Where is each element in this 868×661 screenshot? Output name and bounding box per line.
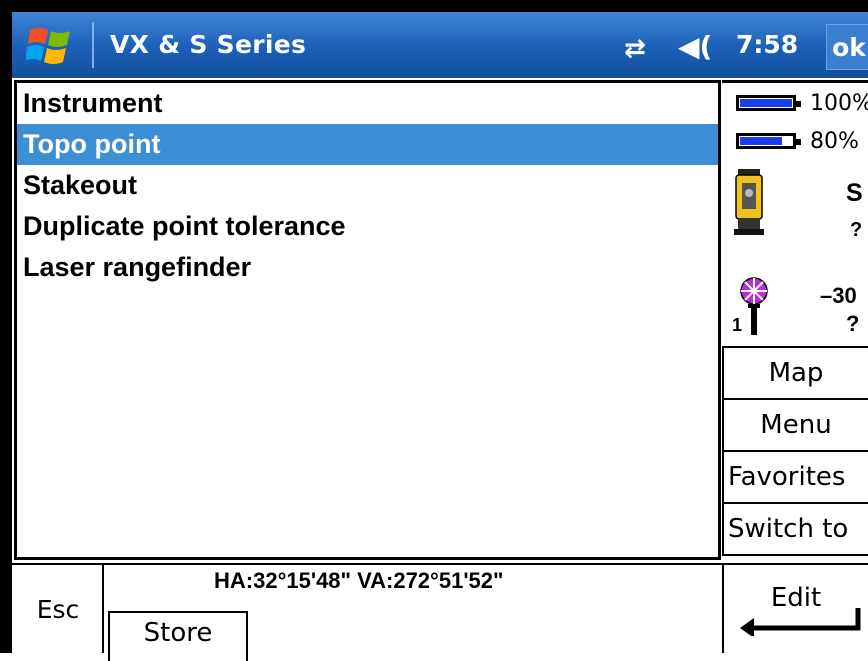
battery-2-fill [740, 137, 782, 145]
instrument-value: ? [850, 219, 863, 241]
speaker-icon[interactable]: ◀( [678, 30, 712, 63]
battery-1-nub [796, 101, 801, 107]
target-height: –30 [820, 283, 857, 308]
switch-to-button-label: Switch to [728, 514, 849, 544]
battery-1-percent: 100% [810, 91, 868, 116]
map-button-label: Map [768, 358, 824, 388]
store-button-label: Store [143, 618, 213, 648]
target-number: 1 [732, 315, 743, 335]
menu-button-label: Menu [760, 410, 832, 440]
frame-left [0, 0, 12, 653]
map-button[interactable]: Map [722, 348, 868, 400]
battery-1-icon [736, 95, 801, 111]
ok-button[interactable]: ok [826, 24, 868, 70]
battery-2-percent: 80% [810, 129, 859, 154]
frame-top [0, 0, 868, 12]
list-item-instrument[interactable]: Instrument [17, 83, 718, 124]
battery-1-fill [740, 99, 792, 107]
favorites-button[interactable]: Favorites [722, 452, 868, 504]
status-panel[interactable]: 100% 80% S ? 1 –30 ? [722, 80, 868, 348]
esc-button[interactable]: Esc [14, 565, 104, 653]
favorites-button-label: Favorites [728, 462, 846, 492]
title-bar: VX & S Series ⇄ ◀( 7:58 ok [12, 12, 868, 78]
connectivity-icon[interactable]: ⇄ [624, 34, 646, 64]
list-item-laser-rangefinder[interactable]: Laser rangefinder [17, 247, 718, 288]
windows-flag-icon[interactable] [26, 24, 74, 68]
target-value: ? [846, 311, 860, 336]
store-button[interactable]: Store [108, 611, 248, 661]
list-item-duplicate-point-tolerance[interactable]: Duplicate point tolerance [17, 206, 718, 247]
settings-list: Instrument Topo point Stakeout Duplicate… [14, 80, 721, 560]
enter-arrow-icon [740, 608, 861, 636]
total-station-icon [734, 169, 764, 235]
menu-button[interactable]: Menu [722, 400, 868, 452]
list-item-topo-point[interactable]: Topo point [17, 124, 718, 165]
list-item-stakeout[interactable]: Stakeout [17, 165, 718, 206]
angle-readout: HA:32°15'48" VA:272°51'52" [214, 568, 504, 593]
instrument-label: S [846, 179, 863, 207]
battery-2-nub [796, 139, 801, 145]
esc-button-label: Esc [36, 594, 80, 624]
app-title: VX & S Series [110, 30, 307, 59]
switch-to-button[interactable]: Switch to [722, 504, 868, 556]
clock[interactable]: 7:58 [736, 30, 798, 59]
battery-2-icon [736, 133, 801, 149]
title-separator [92, 22, 94, 68]
